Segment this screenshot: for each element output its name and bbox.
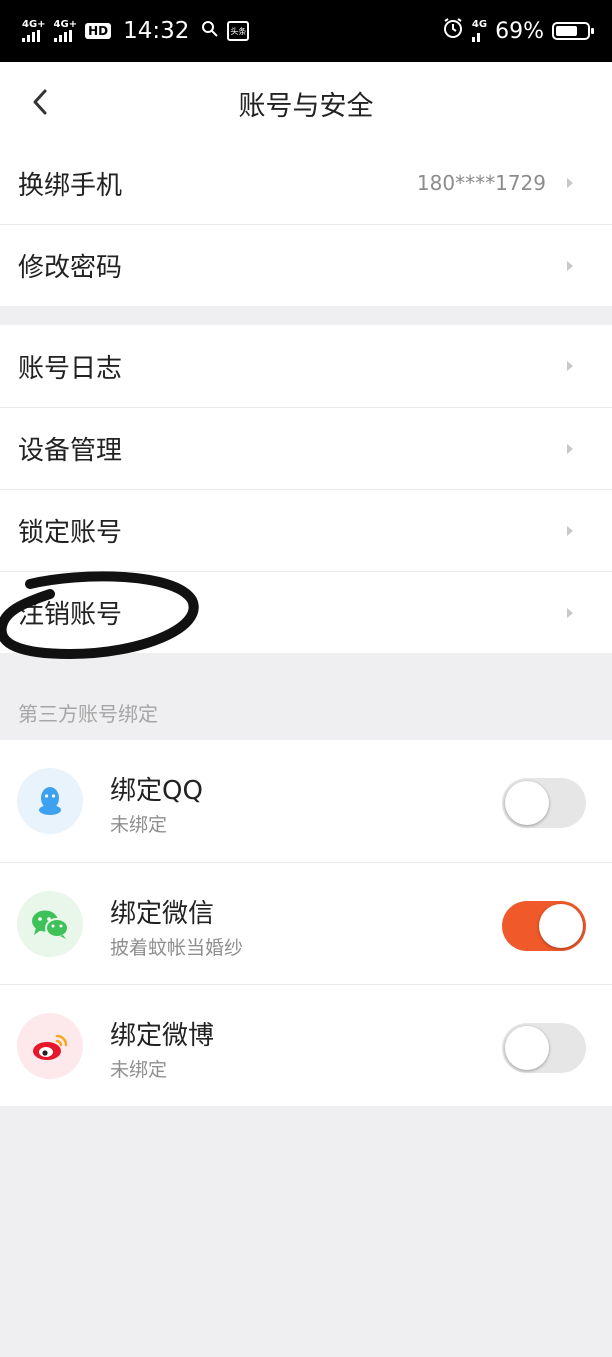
wechat-nickname: 披着蚊帐当婚纱 [110, 937, 244, 959]
navigation-bar: 账号与安全 [0, 62, 612, 142]
chevron-right-icon [567, 525, 573, 536]
row-label: 设备管理 [18, 436, 123, 466]
search-icon [201, 19, 219, 44]
signal-1-icon: 4G+ [22, 20, 46, 42]
chevron-right-icon [567, 443, 573, 454]
bind-status: 未绑定 [110, 814, 168, 836]
row-label: 换绑手机 [18, 170, 123, 201]
security-group: 账号日志 设备管理 锁定账号 注销账号 [0, 325, 612, 653]
chevron-right-icon [567, 178, 573, 188]
bind-title: 绑定微信 [110, 899, 215, 929]
row-change-phone[interactable]: 换绑手机 180****1729 [0, 142, 612, 224]
alarm-icon [442, 17, 464, 45]
weibo-bind-toggle[interactable] [502, 1023, 586, 1073]
network-type-2: 4G+ [53, 19, 78, 30]
wechat-icon-badge [17, 891, 83, 957]
qq-icon-badge [17, 768, 83, 834]
bind-row-qq: 绑定QQ 未绑定 [0, 740, 612, 862]
news-app-icon: 头条 [227, 21, 250, 41]
network-type-3: 4G [471, 19, 488, 30]
row-label: 修改密码 [18, 253, 123, 283]
status-bar: 4G+ 4G+ HD 14:32 头条 4G 69% [0, 0, 612, 62]
row-label: 注销账号 [18, 600, 123, 630]
account-group: 换绑手机 180****1729 修改密码 [0, 142, 612, 306]
weibo-icon-badge [17, 1013, 83, 1079]
chevron-right-icon [567, 607, 573, 618]
row-label: 账号日志 [18, 353, 123, 384]
hd-voice-icon: HD [85, 23, 112, 39]
bind-row-weibo: 绑定微博 未绑定 [0, 984, 612, 1106]
bind-title: 绑定QQ [110, 776, 203, 806]
wechat-bind-toggle[interactable] [502, 901, 586, 951]
page-title: 账号与安全 [238, 91, 374, 122]
weibo-icon [33, 1034, 68, 1060]
row-change-password[interactable]: 修改密码 [0, 224, 612, 306]
battery-fill [556, 26, 577, 36]
qq-icon [39, 787, 61, 815]
row-account-log[interactable]: 账号日志 [0, 325, 612, 407]
toggle-knob [505, 1026, 549, 1070]
signal-3-icon: 4G [471, 19, 488, 42]
row-device-management[interactable]: 设备管理 [0, 407, 612, 489]
status-bar-right: 4G 69% [442, 17, 594, 45]
bind-status: 未绑定 [110, 1059, 168, 1081]
third-party-section-title: 第三方账号绑定 [18, 702, 158, 726]
row-cancel-account[interactable]: 注销账号 [0, 571, 612, 653]
clock: 14:32 [123, 18, 190, 44]
status-bar-left: 4G+ 4G+ HD 14:32 头条 [22, 18, 250, 44]
toggle-knob [539, 904, 583, 948]
third-party-group: 绑定QQ 未绑定 绑定微信 披着蚊帐当婚纱 绑定微博 未绑定 [0, 740, 612, 1106]
battery-percent: 69% [495, 18, 544, 44]
signal-2-icon: 4G+ [53, 19, 78, 42]
battery-icon [552, 22, 594, 40]
chevron-right-icon [567, 361, 573, 371]
qq-bind-toggle[interactable] [502, 778, 586, 828]
toggle-knob [505, 781, 549, 825]
bind-row-wechat: 绑定微信 披着蚊帐当婚纱 [0, 862, 612, 984]
network-type-1: 4G+ [22, 19, 46, 30]
row-label: 锁定账号 [18, 518, 123, 548]
phone-number: 180****1729 [416, 171, 546, 195]
bind-title: 绑定微博 [110, 1021, 215, 1051]
wechat-icon [32, 910, 69, 939]
row-lock-account[interactable]: 锁定账号 [0, 489, 612, 571]
chevron-right-icon [567, 260, 573, 271]
